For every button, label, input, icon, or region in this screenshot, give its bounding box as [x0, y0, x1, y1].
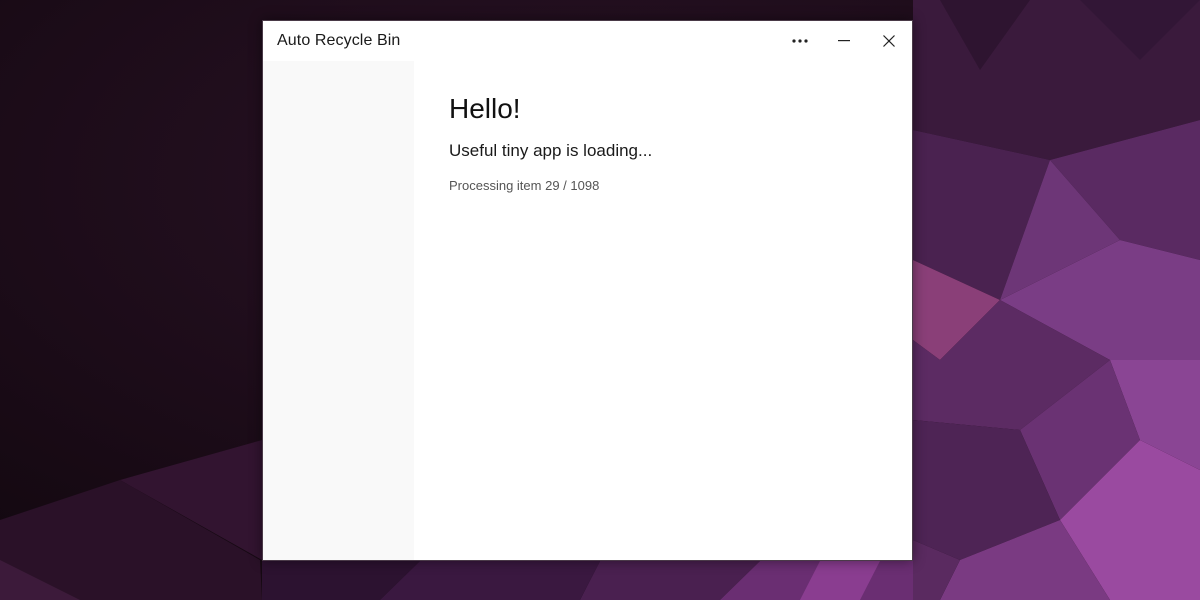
- more-options-button[interactable]: [778, 21, 822, 61]
- title-bar[interactable]: Auto Recycle Bin: [263, 21, 912, 61]
- greeting-heading: Hello!: [449, 93, 521, 124]
- main-content: Hello! Useful tiny app is loading... Pro…: [414, 61, 912, 560]
- navigation-sidebar: [263, 61, 414, 560]
- processing-status: Processing item 29 / 1098: [449, 178, 600, 193]
- more-horizontal-icon: [792, 39, 808, 43]
- app-window: Auto Recycle Bin Hello! Useful tiny app …: [262, 20, 913, 561]
- close-button[interactable]: [867, 21, 911, 61]
- minimize-button[interactable]: [822, 21, 866, 61]
- minimize-icon: [838, 40, 850, 42]
- loading-message: Useful tiny app is loading...: [449, 141, 653, 160]
- close-icon: [883, 35, 895, 47]
- desktop: Auto Recycle Bin Hello! Useful tiny app …: [0, 0, 1200, 600]
- window-title: Auto Recycle Bin: [277, 32, 401, 49]
